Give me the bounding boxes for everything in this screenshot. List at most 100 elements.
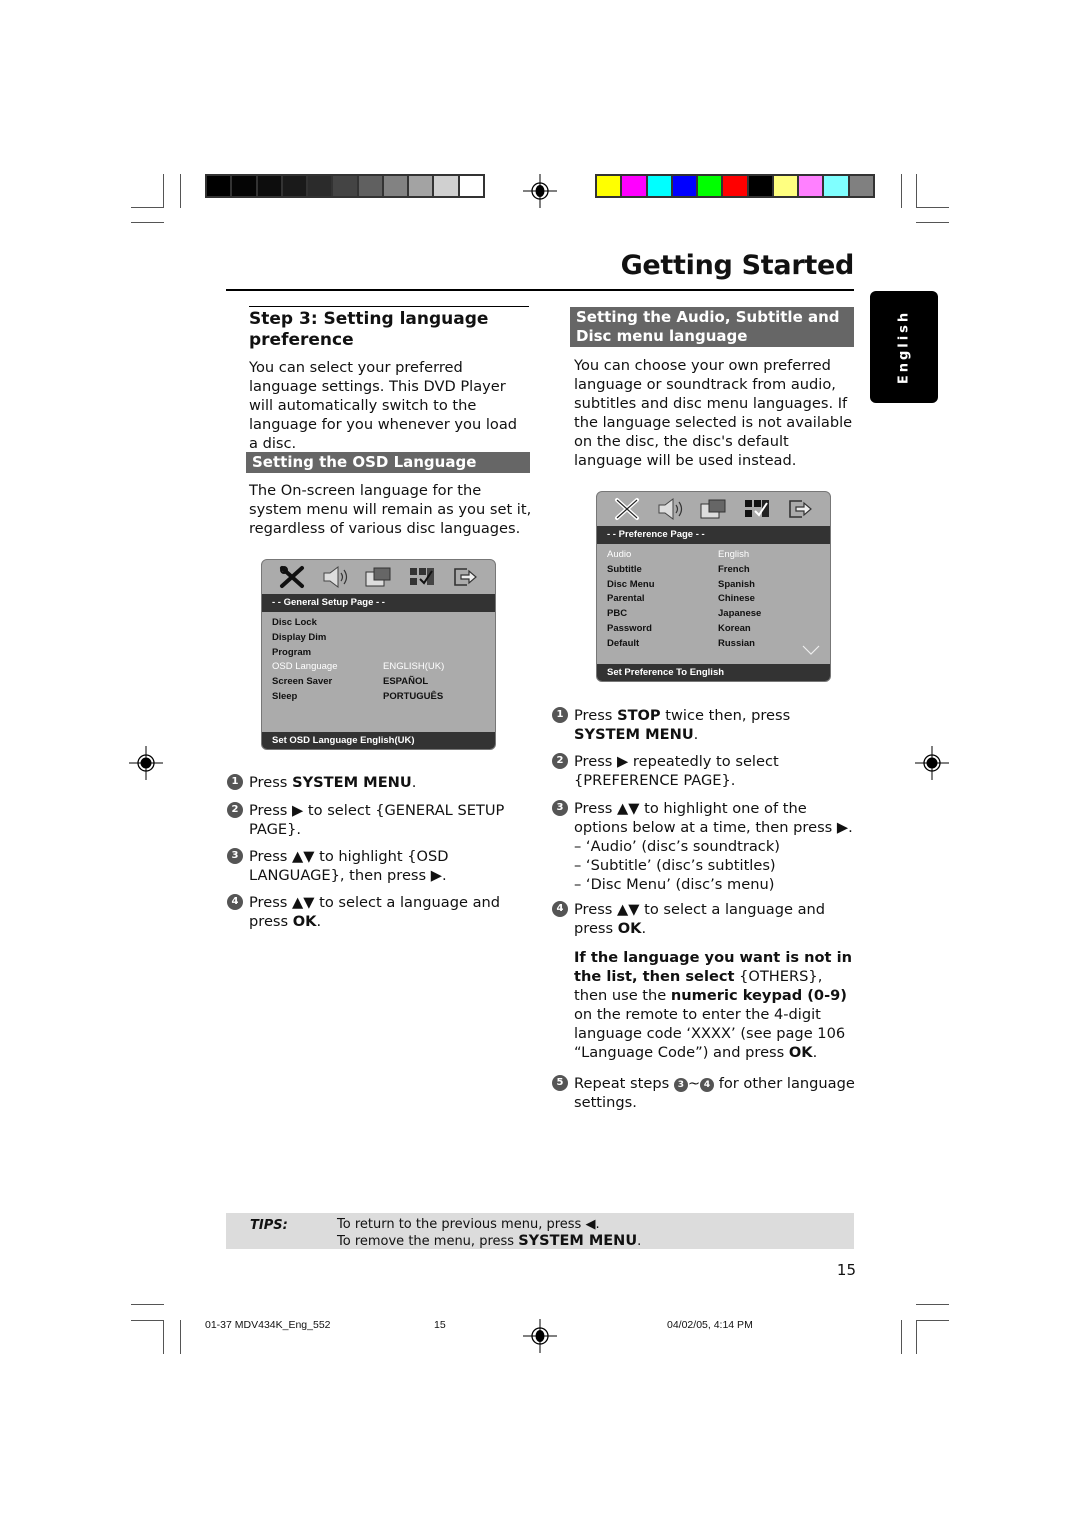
step-text: Press ▲▼ to highlight {OSD LANGUAGE}, th… [249,848,449,884]
crop-mark [180,174,181,208]
text-run: twice then, press [660,707,791,724]
text-run: Press ▲▼ to select a language and press [574,901,826,937]
step-number-icon: 4 [227,894,243,910]
registration-mark-icon [523,174,557,208]
osd-option-value: Russian [718,637,755,649]
grayscale-swatch [308,176,334,196]
language-tab-label: English [896,309,912,385]
step-title: Step 3: Setting language preference [249,309,489,350]
instruction-step: 2 Press ▶ to select {GENERAL SETUP PAGE}. [227,801,534,839]
osd-section-paragraph: The On-screen language for the system me… [249,481,534,538]
preference-icon [744,500,769,517]
step-number-icon: 1 [552,707,568,723]
bold-key: SYSTEM MENU [292,774,412,791]
intro-paragraph: You can select your preferred language s… [249,358,529,453]
exit-icon [454,568,478,586]
osd-menu-row: Sleep PORTUGUÊS [272,690,495,705]
footer-timestamp: 04/02/05, 4:14 PM [667,1319,753,1331]
crop-mark [916,1320,917,1354]
bold-key: SYSTEM MENU [574,726,694,743]
osd-option-value: Chinese [718,593,755,605]
osd-menu-row: Default Russian [607,637,830,652]
step-text: Repeat steps 3 ~4 for other language sett… [574,1074,859,1112]
osd-menu-row: PBC Japanese [607,607,830,622]
osd-menu-row: Subtitle French [607,563,830,578]
grayscale-swatch [333,176,359,196]
step-number-icon: 3 [227,848,243,864]
grayscale-calibration-bar [205,174,485,198]
step-reference-icon: 4 [700,1078,715,1092]
text-run: Press ▲▼ to select a language and press [249,894,501,930]
instruction-step: 3 Press ▲▼ to highlight {OSD LANGUAGE}, t… [227,847,534,885]
tips-line-2: To remove the menu, press SYSTEM MENU. [337,1233,642,1249]
osd-option-label: Disc Menu [607,578,655,590]
video-icon [700,499,726,519]
others-note-text: If the language you want is not in the l… [574,949,852,1061]
osd-menu-row: Parental Chinese [607,592,830,607]
osd-icon-row [597,492,830,526]
crop-mark [901,174,902,208]
text-run: Press [574,707,618,724]
instruction-step: 1 Press STOP twice then, press SYSTEM MEN… [552,706,859,744]
section-divider [249,306,529,307]
tips-box: TIPS: To return to the previous menu, pr… [226,1213,854,1249]
step-text: Press ▲▼ to select a language and press … [249,893,534,931]
color-swatch [748,176,774,196]
osd-option-label: Parental [607,593,645,605]
osd-option-value: Korean [718,622,751,634]
preference-osd-screenshot: - - Preference Page - - Audio English Subt… [596,491,831,682]
video-icon [365,567,391,587]
instruction-step: 2 Press ▶ repeatedly to select {PREFERENC… [552,752,859,790]
crop-mark [916,174,917,208]
osd-option-value: English [718,549,750,560]
instruction-step: 1 Press SYSTEM MENU. [227,773,534,792]
osd-option-label: Screen Saver [272,676,333,688]
grayscale-swatch [282,176,309,196]
color-swatch [799,176,825,196]
grayscale-swatch [207,176,233,196]
crop-mark [131,1320,164,1321]
step-text: Press ▶ to select {GENERAL SETUP PAGE}. [249,802,505,838]
osd-option-value: ENGLISH(UK) [383,661,445,673]
step-number-icon: 3 [552,800,568,816]
osd-option-label: OSD Language [272,661,338,673]
audio-section-paragraph: You can choose your own preferred langua… [574,356,856,470]
osd-menu-row: Disc Lock [272,616,495,631]
instruction-step: 4 Press ▲▼ to select a language and press… [552,900,859,938]
sub-option: – ‘Disc Menu’ (disc’s menu) [574,876,775,893]
crop-mark [180,1320,181,1354]
crop-mark [916,222,949,223]
speaker-icon [658,498,683,520]
step-reference-icon: 3 [673,1078,688,1092]
osd-menu-row: Disc Menu Spanish [607,578,830,593]
title-divider [226,289,854,291]
instruction-step: 5 Repeat steps 3 ~4 for other language set… [552,1074,859,1112]
text-run: Repeat steps [574,1075,674,1092]
exit-icon [789,500,813,518]
sub-option: – ‘Subtitle’ (disc’s subtitles) [574,857,776,874]
color-calibration-bar [595,174,875,198]
instruction-step: 3 Press ▲▼ to highlight one of the option… [552,799,859,894]
osd-section-text: The On-screen language for the system me… [249,482,532,537]
registration-mark-icon [523,1319,557,1353]
osd-option-label: Subtitle [607,563,642,575]
osd-status-bar: Set Preference To English [597,664,830,681]
step-number-icon: 4 [552,901,568,917]
osd-section-heading: Setting the OSD Language [246,452,530,473]
tools-icon [614,498,639,520]
step-text: Press ▲▼ to highlight one of the options… [574,800,853,836]
audio-subtitle-section-heading: Setting the Audio, Subtitle and Disc men… [570,307,854,347]
audio-section-text: You can choose your own preferred langua… [574,357,853,469]
text-run: . [411,774,417,791]
osd-option-label: Password [607,622,652,634]
osd-menu-row: Screen Saver ESPAÑOL [272,675,495,690]
sub-option: – ‘Audio’ (disc’s soundtrack) [574,838,780,855]
grayscale-swatch [358,176,384,196]
others-language-note: If the language you want is not in the l… [574,948,859,1062]
bold-key: STOP [617,707,661,724]
intro-text: You can select your preferred language s… [249,359,518,452]
step-number-icon: 5 [552,1075,568,1091]
instruction-step: 4 Press ▲▼ to select a language and press… [227,893,534,931]
color-swatch [622,176,648,196]
osd-option-label: Program [272,646,312,658]
